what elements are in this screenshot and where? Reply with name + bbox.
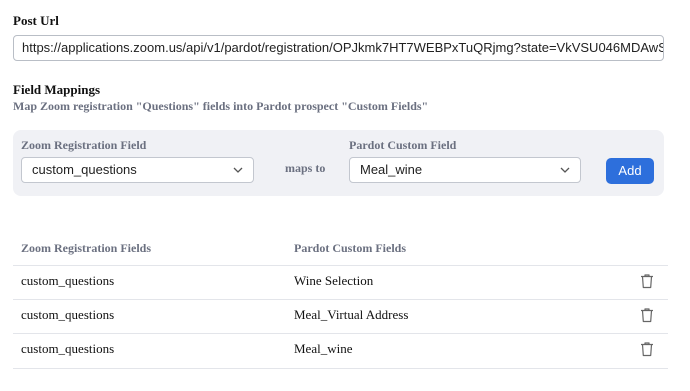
zoom-field-cell: custom_questions <box>21 341 115 356</box>
pardot-field-cell: Meal_Virtual Address <box>294 307 409 322</box>
field-mappings-subtitle: Map Zoom registration "Questions" fields… <box>13 99 429 113</box>
add-button[interactable]: Add <box>606 158 654 184</box>
column-header-zoom: Zoom Registration Fields <box>21 241 151 255</box>
zoom-field-cell: custom_questions <box>21 273 115 288</box>
field-mappings-title: Field Mappings <box>13 82 101 97</box>
maps-to-label: maps to <box>285 161 326 175</box>
pardot-field-label: Pardot Custom Field <box>349 138 457 152</box>
trash-icon[interactable] <box>640 273 654 289</box>
table-bottom-divider <box>13 368 668 369</box>
table-row: custom_questions Meal_wine <box>13 333 668 367</box>
zoom-field-select[interactable]: custom_questions <box>21 157 254 183</box>
zoom-field-select-value: custom_questions <box>32 162 137 177</box>
table-row: custom_questions Meal_Virtual Address <box>13 299 668 333</box>
pardot-field-select-value: Meal_wine <box>360 162 423 177</box>
pardot-field-cell: Meal_wine <box>294 341 353 356</box>
post-url-input[interactable]: https://applications.zoom.us/api/v1/pard… <box>13 35 664 61</box>
chevron-down-icon <box>560 167 570 173</box>
zoom-field-label: Zoom Registration Field <box>21 138 147 152</box>
column-header-pardot: Pardot Custom Fields <box>294 241 406 255</box>
table-row: custom_questions Wine Selection <box>13 265 668 299</box>
trash-icon[interactable] <box>640 307 654 323</box>
row-divider <box>13 333 668 334</box>
post-url-label: Post Url <box>13 13 59 28</box>
zoom-field-cell: custom_questions <box>21 307 115 322</box>
pardot-field-select[interactable]: Meal_wine <box>349 157 581 183</box>
row-divider <box>13 299 668 300</box>
trash-icon[interactable] <box>640 341 654 357</box>
pardot-field-cell: Wine Selection <box>294 273 374 288</box>
row-divider <box>13 265 668 266</box>
chevron-down-icon <box>233 167 243 173</box>
